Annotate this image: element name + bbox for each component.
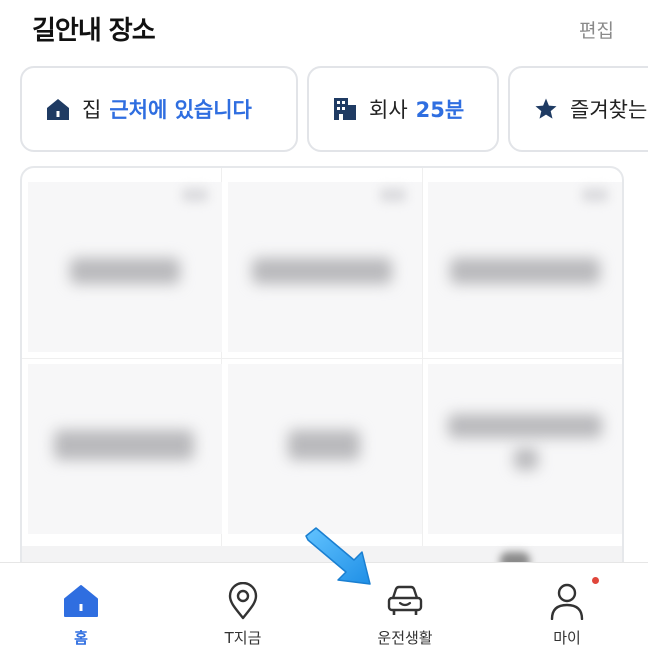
tab-label: T지금 xyxy=(224,629,262,647)
tab-my[interactable]: 마이 xyxy=(486,563,648,669)
tab-label: 홈 xyxy=(74,629,88,647)
star-icon xyxy=(534,97,558,121)
car-icon xyxy=(385,581,425,621)
place-chip-label: 즐겨찾는 xyxy=(570,98,648,122)
place-chips: 집 근처에 있습니다 회사 25분 즐겨찾는 xyxy=(0,64,648,156)
tab-label: 마이 xyxy=(553,629,581,647)
tab-label: 운전생활 xyxy=(377,629,433,647)
tab-home[interactable]: 홈 xyxy=(0,563,162,669)
place-tile[interactable] xyxy=(28,182,222,352)
place-chip-sub: 근처에 있습니다 xyxy=(109,98,252,122)
page-title: 길안내 장소 xyxy=(32,16,156,46)
place-chip-sub: 25분 xyxy=(415,98,465,122)
place-tile[interactable] xyxy=(228,182,422,352)
edit-button[interactable]: 편집 xyxy=(579,16,614,43)
place-tile[interactable] xyxy=(428,182,622,352)
place-chip-label: 집 xyxy=(82,98,102,122)
location-pin-icon xyxy=(223,581,263,621)
place-chip-favorites[interactable]: 즐겨찾는 xyxy=(508,66,648,152)
home-icon xyxy=(61,581,101,621)
place-chip-label: 회사 xyxy=(369,98,408,122)
recent-places-grid xyxy=(20,166,624,586)
pointer-arrow-icon xyxy=(305,527,371,585)
place-tile[interactable] xyxy=(228,364,422,534)
person-icon xyxy=(547,581,587,621)
header: 길안내 장소 편집 xyxy=(0,0,648,60)
place-tile[interactable] xyxy=(28,364,222,534)
place-chip-office[interactable]: 회사 25분 xyxy=(307,66,499,152)
place-tile[interactable] xyxy=(428,364,622,534)
home-icon xyxy=(46,97,70,121)
place-chip-home[interactable]: 집 근처에 있습니다 xyxy=(20,66,298,152)
notification-badge xyxy=(592,577,599,584)
building-icon xyxy=(333,97,357,121)
